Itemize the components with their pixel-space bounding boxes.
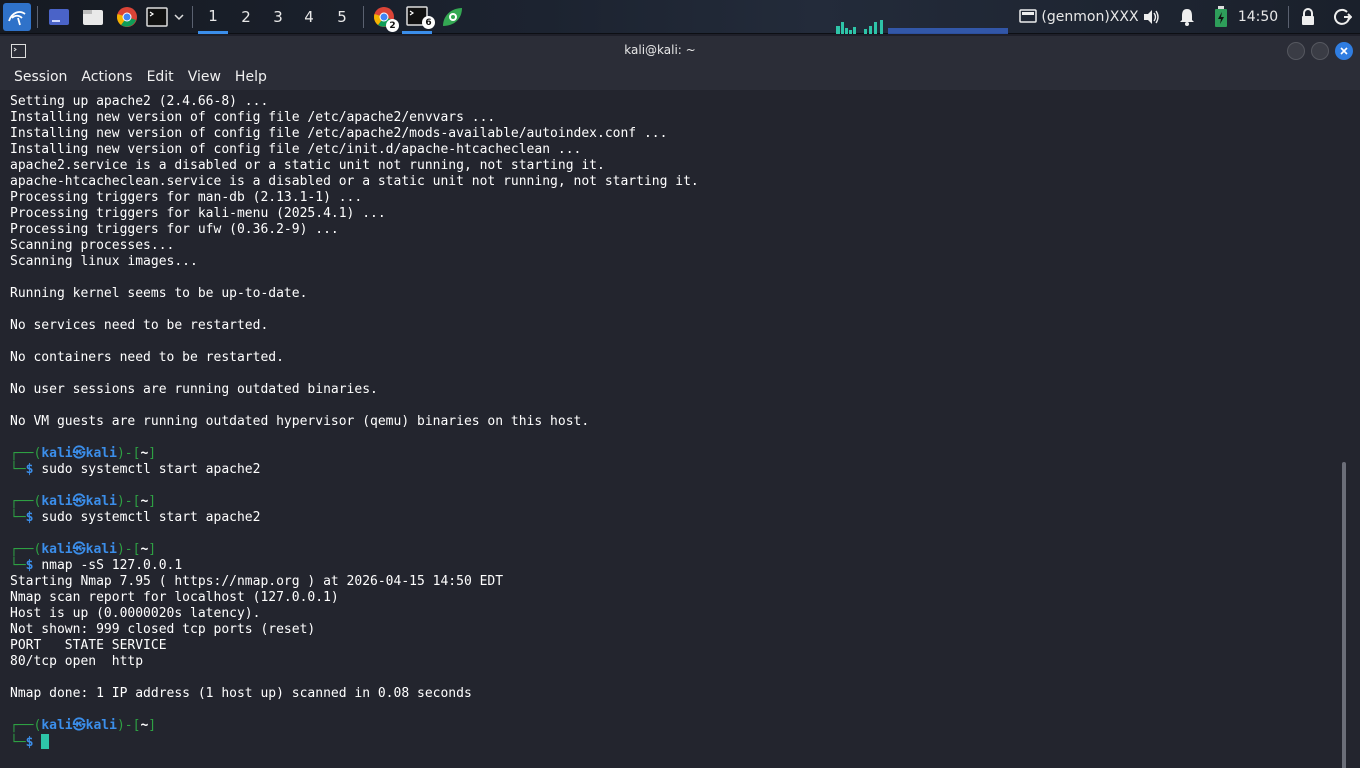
menu-session[interactable]: Session xyxy=(0,65,74,90)
workspace-switcher-icon[interactable] xyxy=(47,0,71,34)
chrome-window-count: 2 xyxy=(386,19,399,32)
output-line: Scanning processes... xyxy=(10,238,175,253)
volume-icon[interactable] xyxy=(1141,0,1161,34)
maximize-button[interactable] xyxy=(1311,42,1329,60)
clock[interactable]: 14:50 xyxy=(1236,0,1280,34)
terminal-launcher-icon[interactable] xyxy=(145,0,169,34)
prompt-line-4: ┌──(kali㉿kali)-[~] xyxy=(10,718,157,733)
output-line: Processing triggers for kali-menu (2025.… xyxy=(10,206,386,221)
command-line-3: └─$ nmap -sS 127.0.0.1 xyxy=(10,558,183,573)
output-line: Host is up (0.0000020s latency). xyxy=(10,606,261,621)
prompt-line-1: ┌──(kali㉿kali)-[~] xyxy=(10,446,157,461)
chevron-down-icon[interactable] xyxy=(172,0,186,34)
prompt-line-2: ┌──(kali㉿kali)-[~] xyxy=(10,494,157,509)
output-line: Scanning linux images... xyxy=(10,254,198,269)
output-line: PORT STATE SERVICE xyxy=(10,638,167,653)
menu-view[interactable]: View xyxy=(181,65,228,90)
output-line: Processing triggers for man-db (2.13.1-1… xyxy=(10,190,363,205)
genmon-label: (genmon)XXX xyxy=(1041,9,1139,25)
close-icon xyxy=(1340,47,1348,55)
title-bar[interactable]: kali@kali: ~ xyxy=(0,36,1360,65)
panel-separator xyxy=(1288,6,1289,28)
lock-icon[interactable] xyxy=(1298,0,1318,34)
menu-edit[interactable]: Edit xyxy=(140,65,181,90)
output-line: apache2.service is a disabled or a stati… xyxy=(10,158,605,173)
display-icon[interactable] xyxy=(1018,0,1038,34)
output-line: No VM guests are running outdated hyperv… xyxy=(10,414,590,429)
workspace-5[interactable]: 5 xyxy=(327,0,357,34)
minimize-button[interactable] xyxy=(1287,42,1305,60)
menu-help[interactable]: Help xyxy=(228,65,274,90)
scrollbar[interactable] xyxy=(1342,462,1346,768)
output-line: apache-htcacheclean.service is a disable… xyxy=(10,174,699,189)
top-panel: 1 2 3 4 5 2 6 (genmon)XXX 14:50 xyxy=(0,0,1360,34)
task-terminal[interactable]: 6 xyxy=(402,0,435,34)
output-line: Installing new version of config file /e… xyxy=(10,142,582,157)
menu-bar: Session Actions Edit View Help xyxy=(0,65,1360,90)
workspace-3[interactable]: 3 xyxy=(263,0,293,34)
notification-bell-icon[interactable] xyxy=(1177,0,1197,34)
panel-separator xyxy=(192,6,193,28)
output-line: Starting Nmap 7.95 ( https://nmap.org ) … xyxy=(10,574,504,589)
output-line: Installing new version of config file /e… xyxy=(10,126,668,141)
output-line: Running kernel seems to be up-to-date. xyxy=(10,286,308,301)
task-app[interactable] xyxy=(439,0,465,34)
command-line-1: └─$ sudo systemctl start apache2 xyxy=(10,462,261,477)
panel-separator xyxy=(363,6,364,28)
close-button[interactable] xyxy=(1335,42,1353,60)
kali-menu-icon[interactable] xyxy=(3,3,31,31)
file-manager-icon[interactable] xyxy=(81,0,105,34)
output-line: Setting up apache2 (2.4.66-8) ... xyxy=(10,94,269,109)
menu-actions[interactable]: Actions xyxy=(74,65,139,90)
command-line-2: └─$ sudo systemctl start apache2 xyxy=(10,510,261,525)
logout-icon[interactable] xyxy=(1332,0,1354,34)
output-line: No containers need to be restarted. xyxy=(10,350,284,365)
chrome-icon[interactable] xyxy=(115,0,139,34)
workspace-2[interactable]: 2 xyxy=(231,0,261,34)
app-icon xyxy=(443,8,462,26)
output-line: Nmap done: 1 IP address (1 host up) scan… xyxy=(10,686,472,701)
workspace-4[interactable]: 4 xyxy=(294,0,324,34)
output-line: 80/tcp open http xyxy=(10,654,144,669)
window-title: kali@kali: ~ xyxy=(624,43,696,57)
panel-separator xyxy=(37,6,38,28)
cpu-graph xyxy=(836,0,1008,34)
output-line: Not shown: 999 closed tcp ports (reset) xyxy=(10,622,316,637)
text-cursor xyxy=(41,734,50,749)
output-line: Nmap scan report for localhost (127.0.0.… xyxy=(10,590,339,605)
output-line: Installing new version of config file /e… xyxy=(10,110,496,125)
output-line: No user sessions are running outdated bi… xyxy=(10,382,378,397)
prompt-line-3: ┌──(kali㉿kali)-[~] xyxy=(10,542,157,557)
workspace-1[interactable]: 1 xyxy=(198,0,228,34)
command-line-4[interactable]: └─$ xyxy=(10,734,1336,750)
output-line: No services need to be restarted. xyxy=(10,318,269,333)
output-line: Processing triggers for ufw (0.36.2-9) .… xyxy=(10,222,339,237)
terminal-window: kali@kali: ~ Session Actions Edit View H… xyxy=(0,36,1360,768)
task-chrome[interactable]: 2 xyxy=(372,0,399,34)
terminal-output[interactable]: Setting up apache2 (2.4.66-8) ... Install… xyxy=(0,90,1336,768)
battery-icon[interactable] xyxy=(1211,0,1231,34)
terminal-window-count: 6 xyxy=(422,16,435,29)
